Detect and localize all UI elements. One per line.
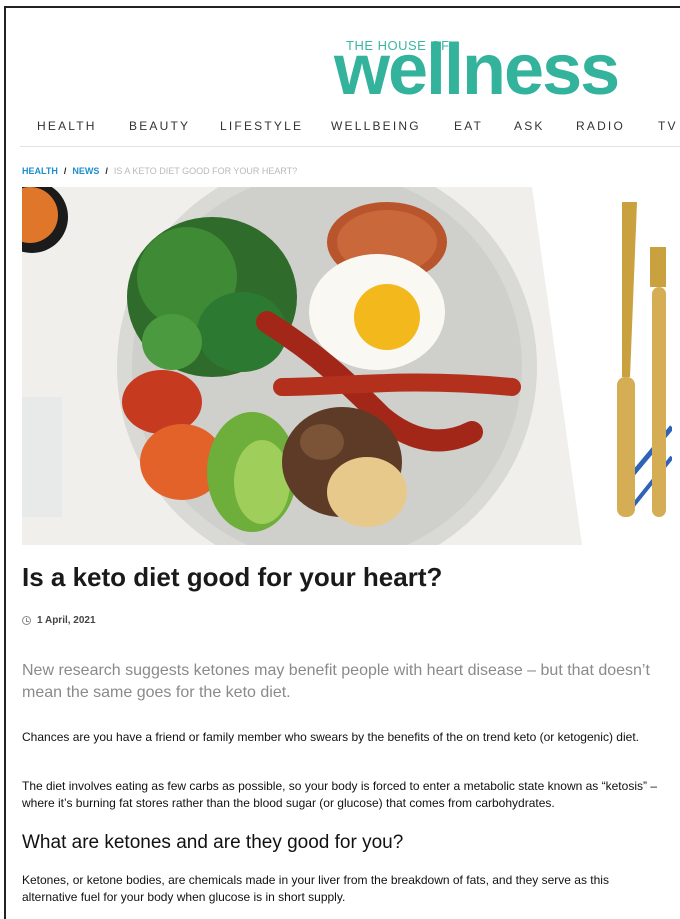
nav-item-tv[interactable]: TV — [658, 119, 678, 133]
nav-item-ask[interactable]: ASK — [514, 119, 545, 133]
article-paragraph: The diet involves eating as few carbs as… — [22, 779, 657, 810]
logo-wordmark: wellness — [334, 30, 620, 110]
article-title: Is a keto diet good for your heart? — [22, 562, 443, 592]
nav-item-radio[interactable]: RADIO — [576, 119, 625, 133]
nav-item-wellbeing[interactable]: WELLBEING — [331, 119, 421, 133]
article-date: 1 April, 2021 — [37, 615, 96, 626]
article-standfirst: New research suggests ketones may benefi… — [22, 662, 650, 701]
article-paragraph: Ketones, or ketone bodies, are chemicals… — [22, 873, 609, 904]
nav-item-eat[interactable]: EAT — [454, 119, 483, 133]
breadcrumb-separator: / — [63, 166, 67, 176]
article-subheading: What are ketones and are they good for y… — [22, 832, 404, 853]
breadcrumb-link-health[interactable]: HEALTH — [22, 166, 58, 176]
clock-icon — [22, 616, 31, 625]
breadcrumb-current: IS A KETO DIET GOOD FOR YOUR HEART? — [113, 166, 298, 176]
article-date-row: 1 April, 2021 — [22, 615, 96, 626]
main-nav: HEALTH BEAUTY LIFESTYLE WELLBEING EAT AS… — [20, 116, 680, 147]
breadcrumb-link-news[interactable]: NEWS — [72, 166, 99, 176]
nav-item-beauty[interactable]: BEAUTY — [129, 119, 190, 133]
article-paragraph: Chances are you have a friend or family … — [22, 730, 639, 744]
site-logo[interactable]: THE HOUSE OF wellness — [334, 16, 634, 106]
breadcrumb-separator: / — [105, 166, 108, 176]
breadcrumb: HEALTH / NEWS / IS A KETO DIET GOOD FOR YOUR… — [22, 166, 297, 176]
nav-item-lifestyle[interactable]: LIFESTYLE — [220, 119, 303, 133]
nav-item-health[interactable]: HEALTH — [37, 119, 97, 133]
hero-image — [22, 187, 672, 545]
